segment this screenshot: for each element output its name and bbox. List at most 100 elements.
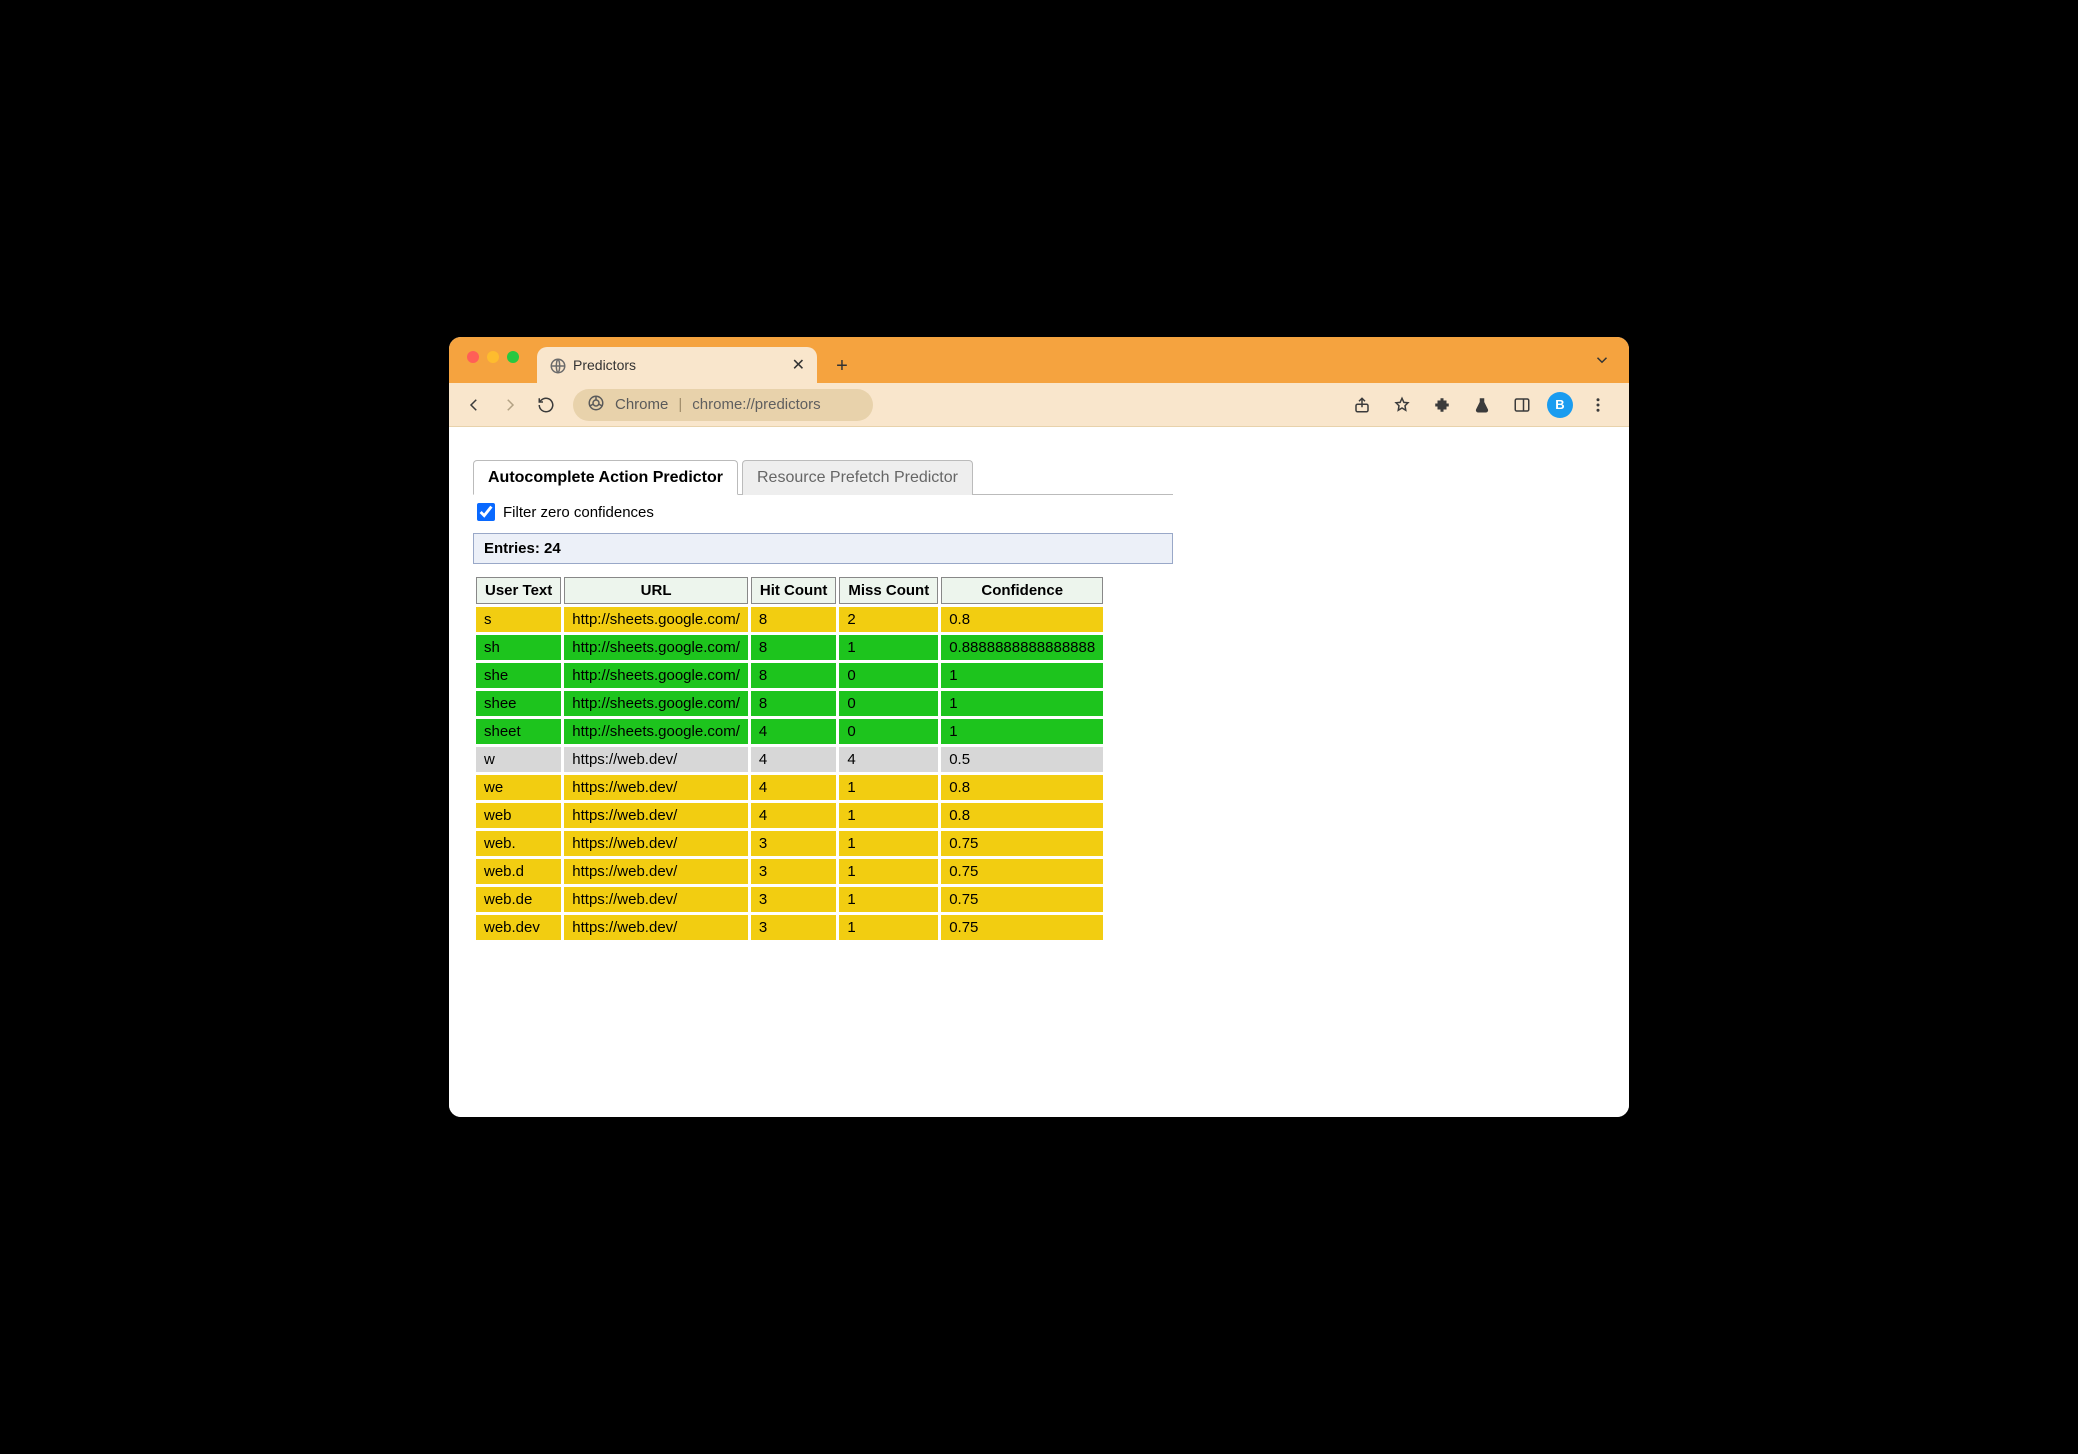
page-tabs: Autocomplete Action Predictor Resource P… (473, 459, 1173, 495)
page-content: Autocomplete Action Predictor Resource P… (449, 427, 1629, 1117)
back-button[interactable] (459, 390, 489, 420)
cell-user_text: sh (476, 635, 561, 660)
close-tab-icon[interactable]: ✕ (792, 355, 805, 375)
cell-conf: 0.75 (941, 915, 1103, 940)
table-row: web.https://web.dev/310.75 (476, 831, 1103, 856)
table-row: whttps://web.dev/440.5 (476, 747, 1103, 772)
cell-conf: 1 (941, 719, 1103, 744)
new-tab-button[interactable]: + (827, 351, 857, 381)
profile-avatar[interactable]: B (1547, 392, 1573, 418)
globe-icon (549, 357, 565, 373)
labs-icon[interactable] (1467, 390, 1497, 420)
tab-title: Predictors (573, 357, 636, 373)
extensions-icon[interactable] (1427, 390, 1457, 420)
omnibox-separator: | (678, 396, 682, 413)
chrome-icon (587, 394, 605, 416)
cell-url: http://sheets.google.com/ (564, 607, 748, 632)
cell-conf: 1 (941, 663, 1103, 688)
table-row: wehttps://web.dev/410.8 (476, 775, 1103, 800)
cell-url: https://web.dev/ (564, 831, 748, 856)
cell-miss: 1 (839, 635, 938, 660)
cell-url: https://web.dev/ (564, 887, 748, 912)
table-row: shhttp://sheets.google.com/810.888888888… (476, 635, 1103, 660)
cell-miss: 0 (839, 663, 938, 688)
cell-url: https://web.dev/ (564, 747, 748, 772)
col-miss-count[interactable]: Miss Count (839, 577, 938, 604)
cell-hit: 8 (751, 607, 836, 632)
cell-user_text: web. (476, 831, 561, 856)
col-url[interactable]: URL (564, 577, 748, 604)
cell-user_text: web.dev (476, 915, 561, 940)
cell-miss: 1 (839, 859, 938, 884)
chevron-down-icon[interactable] (1593, 351, 1611, 374)
cell-miss: 1 (839, 831, 938, 856)
table-row: web.devhttps://web.dev/310.75 (476, 915, 1103, 940)
cell-conf: 0.5 (941, 747, 1103, 772)
table-row: shehttp://sheets.google.com/801 (476, 663, 1103, 688)
col-hit-count[interactable]: Hit Count (751, 577, 836, 604)
col-confidence[interactable]: Confidence (941, 577, 1103, 604)
cell-miss: 0 (839, 691, 938, 716)
cell-hit: 4 (751, 775, 836, 800)
side-panel-icon[interactable] (1507, 390, 1537, 420)
cell-url: http://sheets.google.com/ (564, 691, 748, 716)
share-icon[interactable] (1347, 390, 1377, 420)
omnibox[interactable]: Chrome | chrome://predictors (573, 389, 873, 421)
browser-tab[interactable]: Predictors ✕ (537, 347, 817, 383)
avatar-letter: B (1555, 397, 1564, 412)
predictor-table: User Text URL Hit Count Miss Count Confi… (473, 574, 1106, 943)
filter-label: Filter zero confidences (503, 504, 654, 521)
cell-hit: 3 (751, 859, 836, 884)
cell-url: https://web.dev/ (564, 803, 748, 828)
table-row: sheehttp://sheets.google.com/801 (476, 691, 1103, 716)
cell-hit: 4 (751, 803, 836, 828)
cell-url: http://sheets.google.com/ (564, 663, 748, 688)
cell-url: https://web.dev/ (564, 859, 748, 884)
cell-conf: 0.75 (941, 831, 1103, 856)
cell-user_text: sheet (476, 719, 561, 744)
cell-miss: 1 (839, 803, 938, 828)
cell-hit: 8 (751, 691, 836, 716)
table-row: web.dhttps://web.dev/310.75 (476, 859, 1103, 884)
cell-conf: 0.8 (941, 607, 1103, 632)
cell-hit: 3 (751, 831, 836, 856)
omnibox-url: chrome://predictors (692, 396, 820, 413)
cell-hit: 8 (751, 635, 836, 660)
cell-hit: 3 (751, 915, 836, 940)
col-user-text[interactable]: User Text (476, 577, 561, 604)
cell-user_text: we (476, 775, 561, 800)
toolbar: Chrome | chrome://predictors B (449, 383, 1629, 427)
close-window-button[interactable] (467, 351, 479, 363)
table-row: sheethttp://sheets.google.com/401 (476, 719, 1103, 744)
minimize-window-button[interactable] (487, 351, 499, 363)
cell-user_text: web (476, 803, 561, 828)
forward-button[interactable] (495, 390, 525, 420)
cell-url: https://web.dev/ (564, 775, 748, 800)
cell-miss: 4 (839, 747, 938, 772)
filter-row: Filter zero confidences (473, 495, 1173, 531)
cell-miss: 1 (839, 775, 938, 800)
filter-zero-confidences-checkbox[interactable] (477, 503, 495, 521)
bookmark-icon[interactable] (1387, 390, 1417, 420)
cell-url: http://sheets.google.com/ (564, 719, 748, 744)
maximize-window-button[interactable] (507, 351, 519, 363)
cell-conf: 0.8888888888888888 (941, 635, 1103, 660)
cell-user_text: s (476, 607, 561, 632)
tab-autocomplete-predictor[interactable]: Autocomplete Action Predictor (473, 460, 738, 495)
cell-url: http://sheets.google.com/ (564, 635, 748, 660)
menu-icon[interactable] (1583, 390, 1613, 420)
cell-conf: 0.8 (941, 775, 1103, 800)
cell-user_text: web.d (476, 859, 561, 884)
cell-hit: 8 (751, 663, 836, 688)
tab-resource-prefetch-predictor[interactable]: Resource Prefetch Predictor (742, 460, 973, 495)
cell-miss: 1 (839, 887, 938, 912)
omnibox-prefix: Chrome (615, 396, 668, 413)
titlebar: Predictors ✕ + (449, 337, 1629, 383)
table-row: web.dehttps://web.dev/310.75 (476, 887, 1103, 912)
reload-button[interactable] (531, 390, 561, 420)
cell-user_text: w (476, 747, 561, 772)
cell-conf: 0.75 (941, 887, 1103, 912)
cell-hit: 3 (751, 887, 836, 912)
table-row: webhttps://web.dev/410.8 (476, 803, 1103, 828)
cell-conf: 0.75 (941, 859, 1103, 884)
